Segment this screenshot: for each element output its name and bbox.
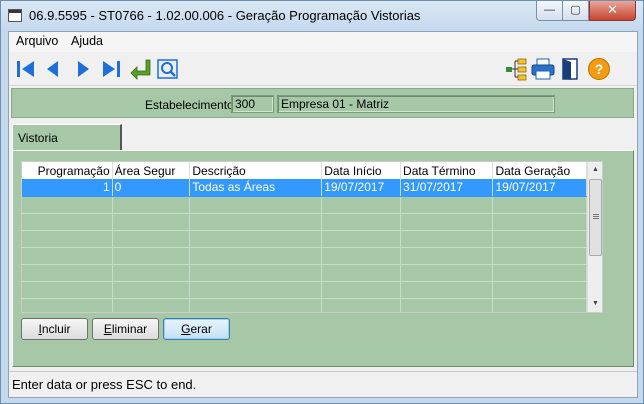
hierarchy-icon[interactable]	[504, 57, 528, 81]
column-header-data-termino[interactable]: Data Término	[400, 162, 494, 179]
title-bar[interactable]: 06.9.5595 - ST0766 - 1.02.00.006 - Geraç…	[1, 1, 643, 31]
empty-row[interactable]	[22, 247, 587, 265]
first-record-icon[interactable]	[14, 57, 38, 81]
scrollbar-grip-icon	[593, 214, 599, 215]
help-glyph: ?	[595, 61, 604, 77]
gerar-button[interactable]: Gerar	[163, 318, 230, 340]
empty-row[interactable]	[22, 281, 587, 299]
eliminar-mnemonic: E	[103, 322, 112, 336]
print-icon[interactable]	[531, 57, 555, 81]
table-row[interactable]: 1 0 Todas as Áreas 19/07/2017 31/07/2017…	[22, 179, 587, 197]
last-record-icon[interactable]	[99, 57, 123, 81]
column-header-data-geracao[interactable]: Data Geração	[492, 162, 587, 179]
vistoria-grid[interactable]: Programação Área Segur Descrição Data In…	[21, 161, 603, 313]
scrollbar-thumb[interactable]	[589, 179, 602, 256]
window-title: 06.9.5595 - ST0766 - 1.02.00.006 - Geraç…	[29, 8, 421, 23]
client-area: Arquivo Ajuda ? Estabelecimento: 300 Emp…	[8, 31, 638, 398]
cell-data-inicio: 19/07/2017	[321, 179, 402, 197]
scroll-up-arrow-icon[interactable]: ▲	[588, 162, 602, 178]
column-header-area-segur[interactable]: Área Segur	[112, 162, 191, 179]
gerar-mnemonic: G	[181, 322, 191, 336]
next-record-icon[interactable]	[71, 57, 95, 81]
column-header-data-inicio[interactable]: Data Início	[321, 162, 402, 179]
cell-programacao: 1	[22, 179, 113, 197]
grid-table: Programação Área Segur Descrição Data In…	[22, 162, 587, 312]
grid-vertical-scrollbar[interactable]: ▲ ▼	[587, 162, 602, 312]
cell-data-termino: 31/07/2017	[400, 179, 494, 197]
eliminar-button[interactable]: Eliminar	[92, 318, 159, 340]
exit-door-icon[interactable]	[558, 57, 582, 81]
main-content: Estabelecimento: 300 Empresa 01 - Matriz…	[9, 86, 637, 369]
application-window: 06.9.5595 - ST0766 - 1.02.00.006 - Geraç…	[0, 0, 644, 404]
empty-row[interactable]	[22, 213, 587, 231]
gerar-label: erar	[190, 322, 212, 336]
establishment-label: Estabelecimento:	[145, 98, 238, 112]
establishment-code-field[interactable]: 300	[231, 95, 274, 113]
empty-row[interactable]	[22, 298, 587, 312]
column-header-programacao[interactable]: Programação	[22, 162, 113, 179]
establishment-panel: Estabelecimento: 300 Empresa 01 - Matriz	[11, 88, 634, 118]
incluir-button[interactable]: Incluir	[21, 318, 88, 340]
app-icon[interactable]	[8, 9, 22, 22]
empty-row[interactable]	[22, 230, 587, 248]
column-header-descricao[interactable]: Descrição	[189, 162, 323, 179]
menu-ajuda[interactable]: Ajuda	[71, 34, 103, 48]
search-icon[interactable]	[156, 57, 180, 81]
menu-bar: Arquivo Ajuda	[9, 32, 637, 52]
eliminar-label: liminar	[111, 322, 148, 336]
cell-area-segur: 0	[112, 179, 191, 197]
maximize-button[interactable]: ▢	[562, 1, 589, 21]
establishment-name-field[interactable]: Empresa 01 - Matriz	[277, 95, 555, 113]
tab-vistoria[interactable]: Vistoria	[12, 124, 122, 152]
scroll-down-arrow-icon[interactable]: ▼	[588, 296, 602, 312]
status-bar: Enter data or press ESC to end.	[9, 371, 637, 397]
previous-record-icon[interactable]	[41, 57, 65, 81]
help-icon[interactable]: ?	[587, 57, 611, 81]
incluir-label: ncluir	[41, 322, 71, 336]
close-button[interactable]: ✕	[589, 1, 636, 21]
grid-header-row: Programação Área Segur Descrição Data In…	[22, 162, 587, 179]
tab-panel-vistoria: Programação Área Segur Descrição Data In…	[12, 150, 634, 367]
menu-arquivo[interactable]: Arquivo	[16, 34, 58, 48]
empty-row[interactable]	[22, 264, 587, 282]
cell-descricao: Todas as Áreas	[189, 179, 323, 197]
empty-row[interactable]	[22, 196, 587, 214]
minimize-button[interactable]: —	[536, 1, 563, 21]
return-icon[interactable]	[128, 57, 152, 81]
toolbar: ?	[9, 52, 637, 86]
cell-data-geracao: 19/07/2017	[492, 179, 587, 197]
